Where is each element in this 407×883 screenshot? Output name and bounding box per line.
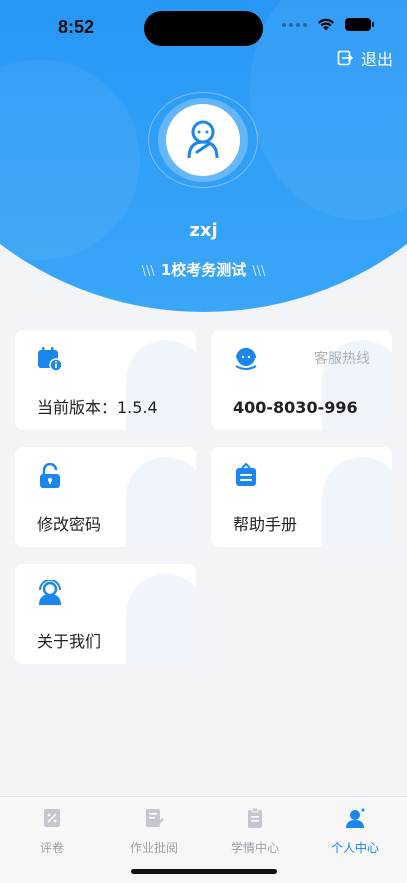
- decorative-slash-left: \\\: [141, 264, 155, 279]
- logout-button[interactable]: 退出: [337, 46, 393, 70]
- tab-label: 个人中心: [330, 841, 379, 855]
- version-card[interactable]: 当前版本：1.5.4: [15, 330, 196, 430]
- help-manual-icon: [236, 463, 256, 486]
- tab-personal-center[interactable]: 个人中心: [305, 807, 405, 856]
- decorative-slash-right: \\\: [252, 264, 266, 279]
- username: zxj: [189, 220, 218, 241]
- change-password-card[interactable]: 修改密码: [15, 447, 196, 547]
- signal-icon: [282, 22, 307, 27]
- tab-label: 学情中心: [230, 841, 279, 855]
- hotline-phone[interactable]: 400-8030-996: [233, 398, 358, 417]
- clipboard-icon: [248, 807, 262, 828]
- homework-icon: [146, 809, 164, 827]
- tab-homework[interactable]: 作业批阅: [104, 807, 204, 856]
- about-us-card[interactable]: 关于我们: [15, 564, 196, 664]
- tab-label: 作业批阅: [129, 841, 178, 855]
- school-name-row: \\\ 1校考务测试 \\\: [0, 259, 407, 280]
- about-us-label: 关于我们: [37, 632, 102, 651]
- logout-label: 退出: [360, 50, 393, 69]
- about-us-icon: [39, 580, 61, 605]
- teacher-avatar-icon: [187, 120, 219, 159]
- headset-icon: [235, 348, 257, 370]
- card-watermark: [322, 457, 392, 547]
- grading-icon: [44, 809, 60, 827]
- hotline-card[interactable]: 客服热线 400-8030-996: [211, 330, 392, 430]
- avatar: [148, 92, 258, 188]
- tab-label: 评卷: [39, 841, 64, 855]
- tab-grading[interactable]: 评卷: [2, 807, 102, 856]
- logout-icon: [337, 50, 353, 66]
- battery-icon: [345, 18, 374, 31]
- card-watermark: [126, 457, 196, 547]
- school-name: 1校考务测试: [160, 261, 247, 279]
- change-password-label: 修改密码: [37, 515, 102, 534]
- card-watermark: [126, 574, 196, 664]
- dynamic-island: [144, 11, 263, 46]
- calendar-info-icon: [38, 347, 63, 372]
- hotline-title: 客服热线: [314, 351, 370, 367]
- wifi-icon: [318, 18, 334, 31]
- status-time: 8:52: [58, 17, 95, 37]
- person-icon: [346, 808, 365, 828]
- status-icons: [282, 18, 374, 31]
- home-indicator: [131, 869, 277, 874]
- unlock-icon: [40, 463, 60, 488]
- help-manual-label: 帮助手册: [233, 515, 298, 534]
- tab-learning-center[interactable]: 学情中心: [205, 807, 305, 856]
- help-manual-card[interactable]: 帮助手册: [211, 447, 392, 547]
- version-label: 当前版本：1.5.4: [37, 398, 158, 417]
